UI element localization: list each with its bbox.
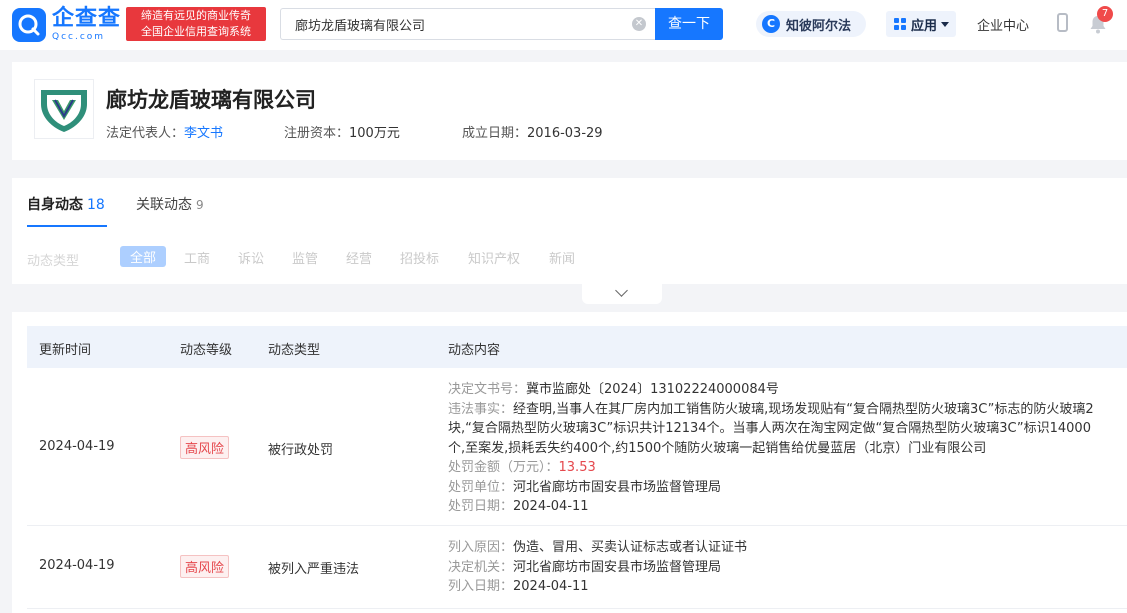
- filter-chip-litigation[interactable]: 诉讼: [238, 248, 264, 267]
- filter-chip-business[interactable]: 工商: [184, 248, 210, 267]
- tab-count: 9: [196, 198, 204, 212]
- col-level: 动态等级: [180, 343, 233, 358]
- org-value: 河北省廊坊市固安县市场监督管理局: [513, 559, 722, 575]
- row-type: 被行政处罚: [268, 443, 334, 458]
- doc-no-value: 冀市监廊处〔2024〕13102224000084号: [526, 382, 779, 397]
- row-content: 决定文书号：冀市监廊处〔2024〕13102224000084号 违法事实：经查…: [448, 380, 1108, 517]
- row-date: 2024-04-19: [39, 439, 115, 454]
- list-date-value: 2024-04-11: [513, 579, 589, 594]
- enterprise-center-link[interactable]: 企业中心: [977, 15, 1029, 34]
- logo-text: 企查查: [52, 5, 122, 31]
- penalty-date-value: 2024-04-11: [513, 499, 589, 514]
- logo-domain: Qcc.com: [52, 31, 106, 42]
- updates-table: 更新时间 动态等级 动态类型 动态内容 2024-04-19 高风险 被行政处罚…: [12, 312, 1127, 613]
- founded-value: 2016-03-29: [527, 126, 603, 141]
- slogan-line-1: 缔造有远见的商业传奇: [141, 9, 251, 22]
- filter-label: 动态类型: [27, 254, 80, 269]
- grid-icon: [894, 18, 906, 30]
- notification-badge: 7: [1097, 6, 1113, 22]
- penalty-date-label: 处罚日期：: [448, 499, 514, 514]
- search-input[interactable]: [295, 9, 615, 39]
- col-update-time: 更新时间: [39, 343, 92, 358]
- table-row: 2024-04-19 高风险 被行政处罚 决定文书号：冀市监廊处〔2024〕13…: [27, 368, 1127, 526]
- capital-label: 注册资本：: [284, 126, 350, 141]
- founded-label: 成立日期：: [462, 126, 528, 141]
- col-type: 动态类型: [268, 343, 321, 358]
- search-button[interactable]: 查一下: [655, 8, 723, 40]
- founded-date: 成立日期：2016-03-29: [462, 122, 603, 141]
- amount-label: 处罚金额（万元）：: [448, 460, 559, 475]
- slogan-line-2: 全国企业信用查询系统: [141, 25, 251, 38]
- search-box: ✕: [280, 8, 656, 40]
- list-date-label: 列入日期：: [448, 579, 514, 594]
- qcc-logo-icon: [12, 8, 46, 42]
- risk-level-badge: 高风险: [180, 436, 230, 459]
- facts: 违法事实：经查明,当事人在其厂房内加工销售防火玻璃,现场发现贴有“复合隔热型防火…: [448, 400, 1108, 459]
- col-content: 动态内容: [448, 343, 501, 358]
- amount-value: 13.53: [558, 460, 596, 475]
- reason-label: 列入原因：: [448, 540, 514, 555]
- zhibi-alpha-button[interactable]: C 知彼阿尔法: [756, 11, 866, 37]
- apps-menu-button[interactable]: 应用: [886, 11, 956, 37]
- tab-count: 18: [87, 197, 105, 213]
- company-name: 廊坊龙盾玻璃有限公司: [106, 88, 316, 112]
- slogan-banner: 缔造有远见的商业传奇 全国企业信用查询系统: [126, 7, 266, 41]
- legal-rep-link[interactable]: 李文书: [184, 126, 223, 141]
- company-card: 廊坊龙盾玻璃有限公司 法定代表人：李文书 注册资本：100万元 成立日期：201…: [12, 62, 1127, 160]
- filter-chip-news[interactable]: 新闻: [549, 248, 575, 267]
- top-bar: 企查查 Qcc.com 缔造有远见的商业传奇 全国企业信用查询系统 ✕ 查一下 …: [0, 0, 1127, 50]
- reason-value: 伪造、冒用、买卖认证标志或者认证证书: [513, 540, 748, 555]
- table-header: 更新时间 动态等级 动态类型 动态内容: [27, 326, 1127, 368]
- zhibi-label: 知彼阿尔法: [786, 18, 852, 34]
- tab-label: 自身动态: [27, 197, 83, 213]
- row-content: 列入原因：伪造、冒用、买卖认证标志或者认证证书 决定机关：河北省廊坊市固安县市场…: [448, 538, 1108, 597]
- legal-representative: 法定代表人：李文书: [106, 122, 223, 141]
- facts-label: 违法事实：: [448, 401, 514, 417]
- mobile-icon[interactable]: [1057, 13, 1068, 32]
- filter-chip-operation[interactable]: 经营: [346, 248, 372, 267]
- unit-value: 河北省廊坊市固安县市场监督管理局: [513, 479, 722, 495]
- caret-down-icon: [941, 21, 950, 27]
- doc-no-label: 决定文书号：: [448, 382, 527, 397]
- zhibi-logo-icon: C: [762, 15, 780, 33]
- clear-icon[interactable]: ✕: [632, 17, 646, 31]
- table-row: 2024-04-19 高风险 被列入严重违法 列入原因：伪造、冒用、买卖认证标志…: [27, 526, 1127, 609]
- tabs-card: 自身动态 18 关联动态 9 动态类型 全部 工商 诉讼 监管 经营 招投标 知识产…: [12, 178, 1127, 284]
- row-type: 被列入严重违法: [268, 562, 360, 577]
- filter-chip-bidding[interactable]: 招投标: [400, 248, 439, 267]
- filter-chip-all[interactable]: 全部: [120, 246, 167, 267]
- registered-capital: 注册资本：100万元: [284, 122, 400, 141]
- company-logo: [34, 79, 94, 139]
- apps-label: 应用: [911, 18, 938, 34]
- capital-value: 100万元: [349, 126, 400, 141]
- tab-related-updates[interactable]: 关联动态 9: [136, 194, 204, 214]
- type-filter-row: 动态类型 全部 工商 诉讼 监管 经营 招投标 知识产权 新闻: [12, 246, 1127, 269]
- filter-chip-regulation[interactable]: 监管: [292, 248, 318, 267]
- org-label: 决定机关：: [448, 559, 514, 575]
- tab-self-updates[interactable]: 自身动态 18: [27, 194, 105, 214]
- risk-level-badge: 高风险: [180, 555, 230, 578]
- tab-label: 关联动态: [136, 197, 192, 213]
- facts-value: 经查明,当事人在其厂房内加工销售防火玻璃,现场发现贴有“复合隔热型防火玻璃3C”…: [448, 401, 1094, 456]
- unit-label: 处罚单位：: [448, 479, 514, 495]
- row-date: 2024-04-19: [39, 558, 115, 573]
- filter-chip-ip[interactable]: 知识产权: [468, 248, 520, 267]
- active-tab-indicator: [27, 225, 107, 227]
- legal-rep-label: 法定代表人：: [106, 126, 185, 141]
- site-logo[interactable]: 企查查 Qcc.com: [12, 7, 121, 43]
